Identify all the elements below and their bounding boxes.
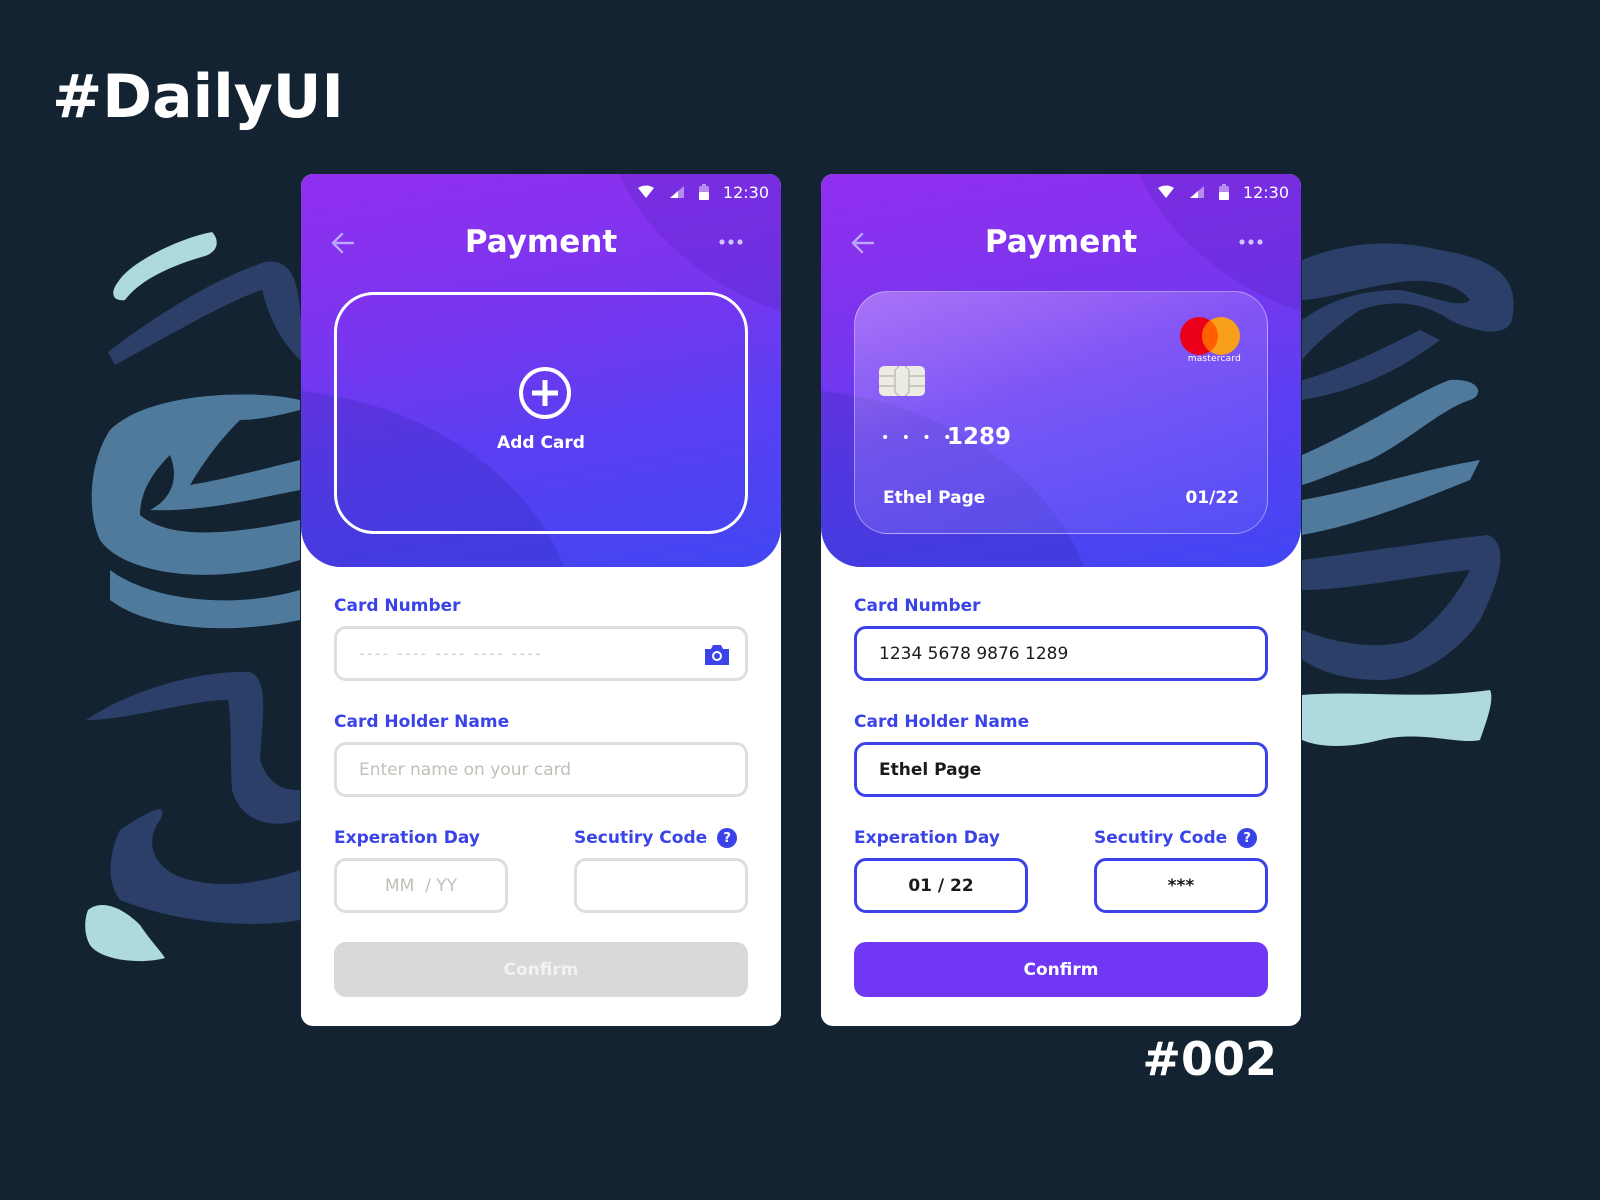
header: 12:30 Payment Add Card [301, 174, 781, 567]
right-strokes [1302, 243, 1514, 746]
confirm-button[interactable]: Confirm [334, 942, 748, 997]
confirm-button[interactable]: Confirm [854, 942, 1268, 997]
help-icon[interactable]: ? [717, 828, 738, 848]
security-code-group: Secutiry Code ? [574, 826, 748, 913]
brand-title: #DailyUI [52, 62, 344, 132]
card-number-label: Card Number [854, 596, 981, 616]
security-code-input[interactable]: *** [1094, 858, 1268, 913]
status-bar: 12:30 [637, 182, 769, 202]
page-title: Payment [464, 224, 618, 260]
card-number-input[interactable]: ---- ---- ---- ---- ---- [334, 626, 748, 681]
card-holder-name: Ethel Page [883, 488, 986, 508]
expiry-security-row: Experation Day MM / YY Secutiry Code ? [334, 826, 748, 913]
card-masked-digits: • • • • [881, 430, 956, 446]
brush-stroke-dark-2 [86, 671, 300, 824]
brush-stroke-dark-6 [1302, 535, 1501, 680]
plus-circle-icon [519, 367, 571, 419]
camera-icon[interactable] [703, 643, 731, 667]
brush-stroke-dark-5 [1302, 330, 1440, 400]
security-code-label: Secutiry Code [574, 828, 708, 848]
security-code-label-row: Secutiry Code ? [1094, 826, 1268, 850]
nav-bar: Payment [821, 218, 1301, 268]
expiration-input[interactable]: MM / YY [334, 858, 508, 913]
security-code-label-row: Secutiry Code ? [574, 826, 748, 850]
card-number-group: Card Number 1234 5678 9876 1289 [854, 594, 1268, 681]
expiration-group: Experation Day MM / YY [334, 826, 508, 913]
wifi-icon [637, 185, 654, 198]
status-time: 12:30 [722, 182, 769, 202]
wifi-icon [1157, 185, 1174, 198]
nav-bar: Payment [301, 218, 781, 268]
expiration-placeholder: MM / YY [384, 875, 458, 896]
expiration-label: Experation Day [334, 828, 480, 848]
header: 12:30 Payment mastercard • • • • 1289 Et… [821, 174, 1301, 567]
holder-name-value: Ethel Page [879, 759, 982, 780]
payment-form: Card Number ---- ---- ---- ---- ---- Car… [334, 594, 748, 997]
brush-stroke-light-2 [85, 905, 165, 962]
more-horizontal-icon[interactable] [1237, 232, 1267, 252]
expiry-security-row: Experation Day 01 / 22 Secutiry Code ? *… [854, 826, 1268, 913]
holder-name-group: Card Holder Name Ethel Page [854, 710, 1268, 797]
expiration-value: 01 / 22 [908, 875, 974, 896]
signal-icon [1189, 186, 1204, 198]
signal-icon [669, 186, 684, 198]
holder-name-placeholder: Enter name on your card [359, 759, 572, 780]
brush-stroke-mid-2 [110, 570, 300, 629]
holder-name-input[interactable]: Ethel Page [854, 742, 1268, 797]
add-card-label: Add Card [497, 433, 585, 453]
left-strokes [85, 232, 320, 962]
shot-number: #002 [1142, 1032, 1277, 1086]
page-title: Payment [984, 224, 1138, 260]
holder-name-label: Card Holder Name [854, 712, 1030, 732]
card-number-label: Card Number [334, 596, 461, 616]
help-icon[interactable]: ? [1237, 828, 1258, 848]
security-code-input[interactable] [574, 858, 748, 913]
chip-icon [879, 366, 925, 396]
credit-card[interactable]: mastercard • • • • 1289 Ethel Page 01/22 [854, 291, 1268, 534]
security-code-label: Secutiry Code [1094, 828, 1228, 848]
brush-stroke-dark-3 [110, 809, 300, 924]
status-bar: 12:30 [1157, 182, 1289, 202]
payment-screen-empty: 12:30 Payment Add Card Card Number ---- … [301, 174, 781, 1026]
add-card-button[interactable]: Add Card [334, 292, 748, 534]
card-number-input[interactable]: 1234 5678 9876 1289 [854, 626, 1268, 681]
security-code-value: *** [1167, 875, 1195, 896]
battery-icon [1218, 184, 1229, 200]
holder-name-group: Card Holder Name Enter name on your card [334, 710, 748, 797]
status-time: 12:30 [1242, 182, 1289, 202]
card-number-placeholder: ---- ---- ---- ---- ---- [359, 644, 543, 663]
brush-stroke-light-3 [1302, 690, 1492, 746]
mastercard-wordmark: mastercard [1187, 354, 1241, 364]
payment-form: Card Number 1234 5678 9876 1289 Card Hol… [854, 594, 1268, 997]
card-number-value: 1234 5678 9876 1289 [879, 643, 1069, 664]
battery-icon [698, 184, 709, 200]
expiration-label: Experation Day [854, 828, 1000, 848]
payment-screen-filled: 12:30 Payment mastercard • • • • 1289 Et… [821, 174, 1301, 1026]
card-last-four: 1289 [947, 424, 1012, 450]
security-code-group: Secutiry Code ? *** [1094, 826, 1268, 913]
more-horizontal-icon[interactable] [717, 232, 747, 252]
brush-stroke-light [113, 232, 217, 301]
holder-name-input[interactable]: Enter name on your card [334, 742, 748, 797]
card-number-group: Card Number ---- ---- ---- ---- ---- [334, 594, 748, 681]
background-brush-strokes [85, 232, 1514, 962]
expiration-input[interactable]: 01 / 22 [854, 858, 1028, 913]
card-expiry: 01/22 [1185, 488, 1239, 508]
holder-name-label: Card Holder Name [334, 712, 510, 732]
expiration-group: Experation Day 01 / 22 [854, 826, 1028, 913]
brush-stroke-mid [91, 394, 300, 575]
mastercard-logo [1180, 317, 1240, 355]
